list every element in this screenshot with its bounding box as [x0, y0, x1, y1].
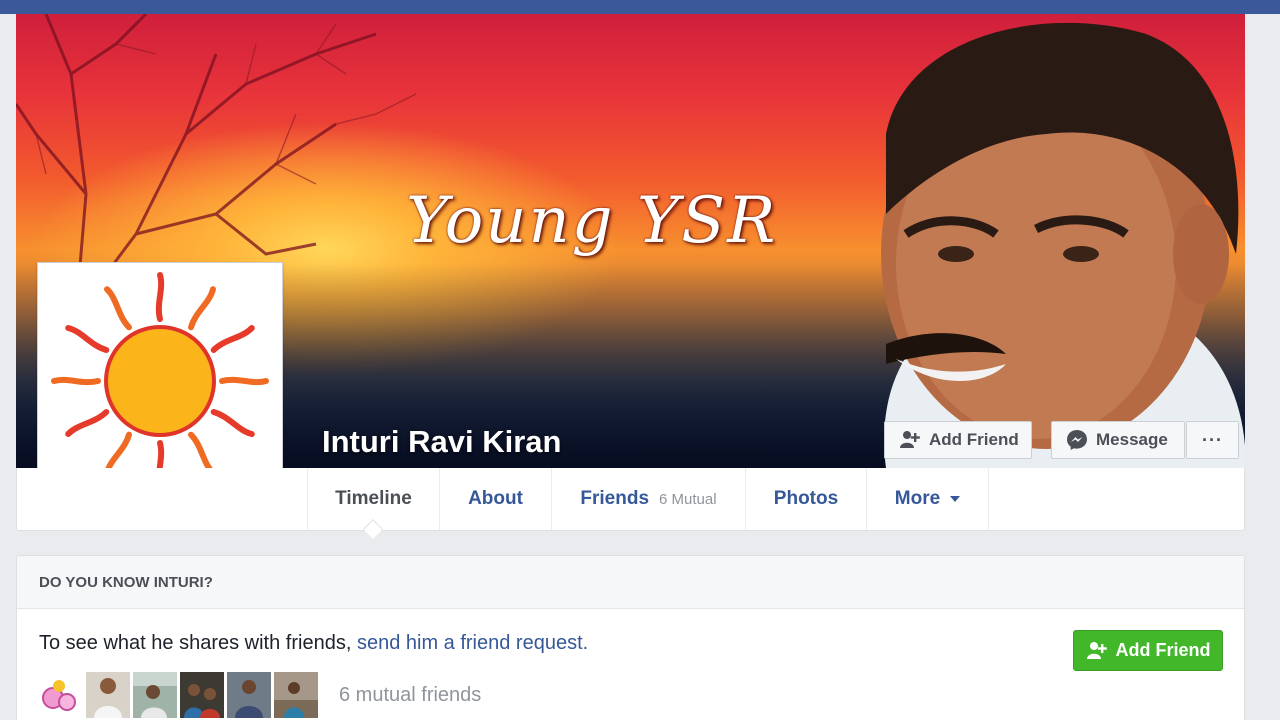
card-message-text: To see what he shares with friends, — [39, 632, 352, 654]
mutual-friend-avatar[interactable] — [227, 672, 271, 718]
top-bar — [0, 0, 1280, 14]
profile-nav-bar: Timeline About Friends 6 Mutual Photos M… — [16, 468, 1245, 539]
tab-photos-label: Photos — [773, 488, 839, 509]
tab-more[interactable]: More — [867, 468, 989, 530]
tab-friends-label: Friends — [580, 488, 650, 509]
chevron-down-icon — [950, 496, 961, 502]
messenger-icon — [1067, 430, 1087, 450]
message-button[interactable]: Message — [1051, 421, 1185, 459]
mutual-friend-avatar[interactable] — [86, 672, 130, 718]
tab-about-label: About — [468, 488, 523, 509]
add-friend-icon — [900, 431, 920, 448]
more-options-icon: ··· — [1202, 429, 1223, 450]
mutual-count: 6 Mutual — [659, 490, 717, 508]
card-header: DO YOU KNOW INTURI? — [17, 556, 1244, 609]
add-friend-button[interactable]: Add Friend — [884, 421, 1032, 459]
tab-friends[interactable]: Friends 6 Mutual — [552, 468, 746, 530]
mutual-friend-avatar[interactable] — [180, 672, 224, 718]
cover-portrait-graphic — [881, 22, 1245, 468]
card-message: To see what he shares with friends, send… — [39, 632, 588, 655]
message-label: Message — [1096, 430, 1168, 449]
mutual-friends-text[interactable]: 6 mutual friends — [339, 684, 481, 707]
friend-request-card: DO YOU KNOW INTURI? To see what he share… — [16, 555, 1245, 720]
add-friend-label: Add Friend — [929, 430, 1019, 449]
tab-photos[interactable]: Photos — [746, 468, 867, 530]
more-options-button[interactable]: ··· — [1186, 421, 1239, 459]
add-friend-green-button[interactable]: Add Friend — [1073, 630, 1223, 671]
cover-script-text: Young YSR — [406, 184, 778, 258]
profile-name[interactable]: Inturi Ravi Kiran — [322, 424, 561, 460]
mutual-friend-avatar[interactable] — [39, 672, 83, 718]
mutual-friend-avatar[interactable] — [274, 672, 318, 718]
mutual-friends-thumbnails — [39, 672, 321, 718]
tab-about[interactable]: About — [440, 468, 552, 530]
send-request-link[interactable]: send him a friend request. — [357, 632, 588, 654]
tab-more-label: More — [894, 488, 941, 509]
mutual-friend-avatar[interactable] — [133, 672, 177, 718]
add-friend-green-label: Add Friend — [1115, 640, 1211, 660]
tab-timeline-label: Timeline — [335, 488, 412, 509]
add-friend-icon — [1086, 641, 1107, 659]
